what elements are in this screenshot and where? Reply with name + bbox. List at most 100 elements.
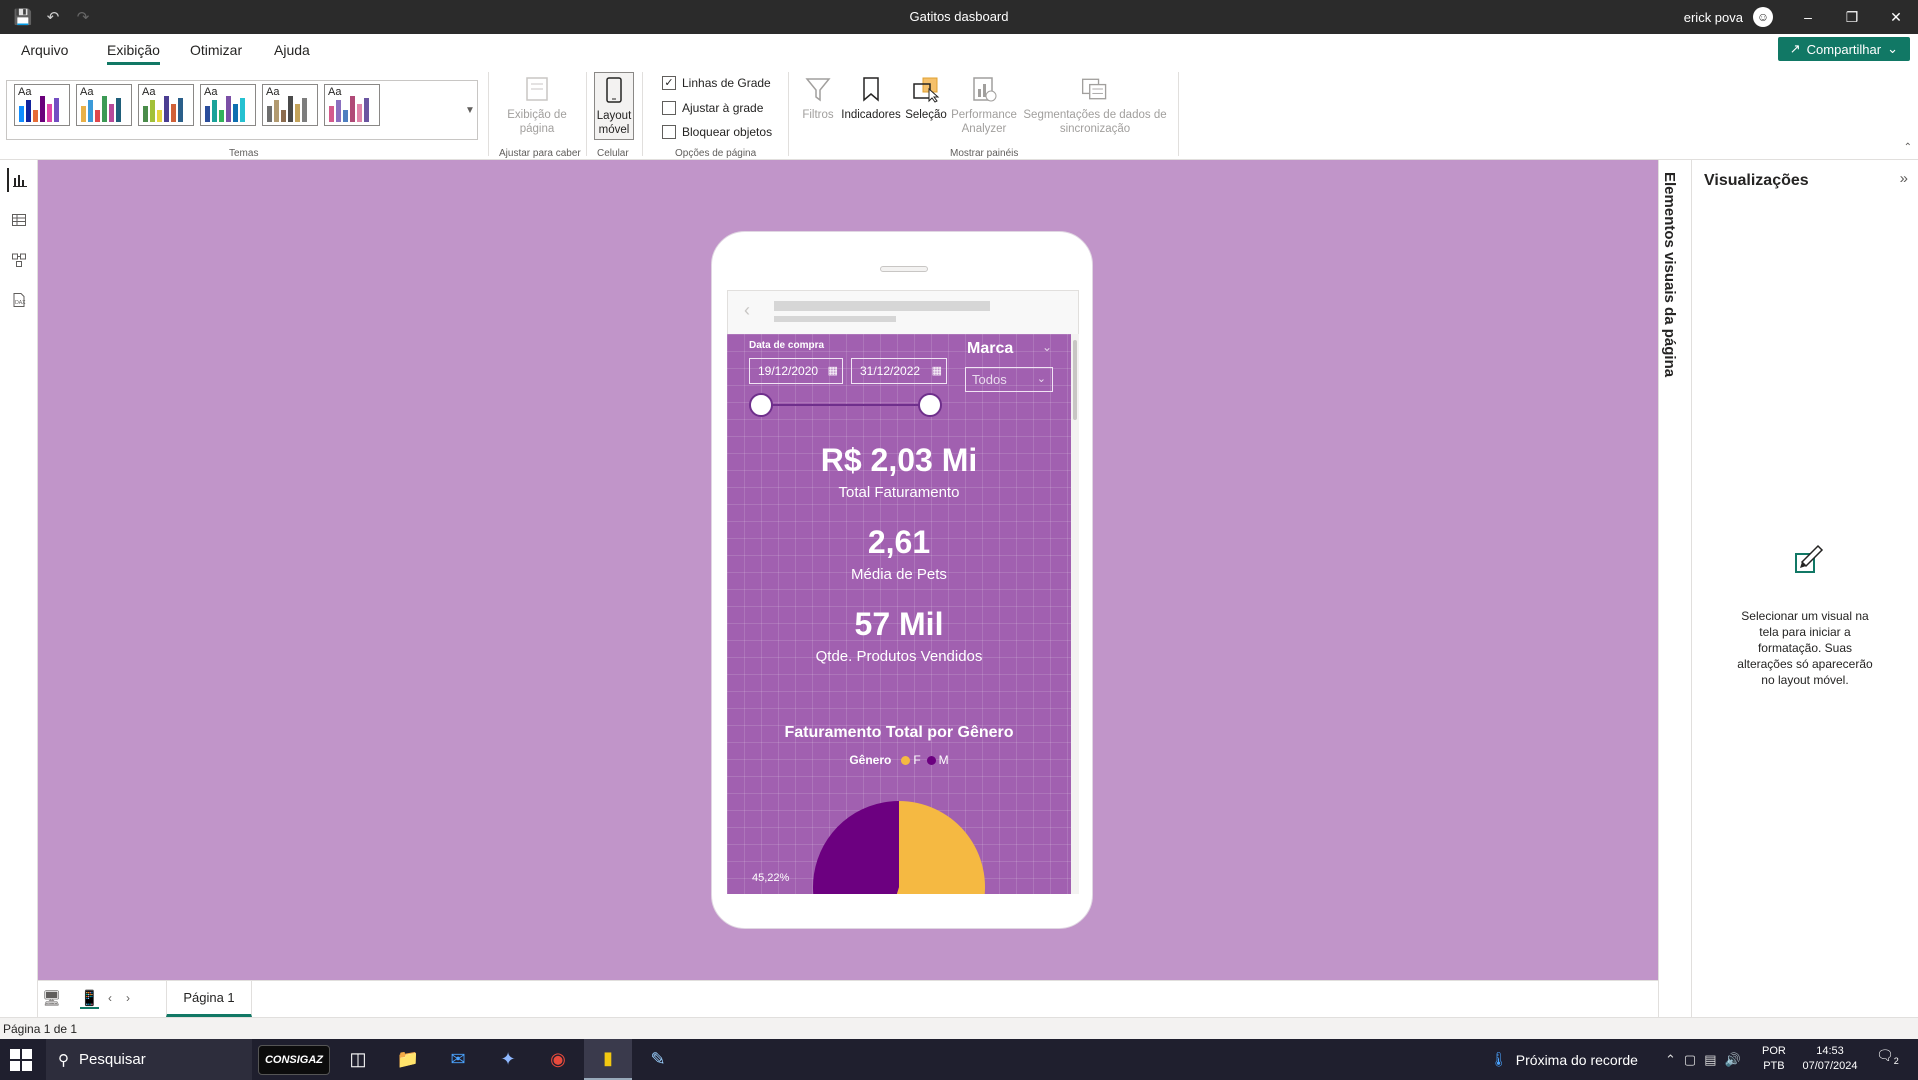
thermometer-icon: 🌡 xyxy=(1490,1051,1508,1067)
report-canvas: ‹ Data de compra 19/12/2020 ▦ 31/12/2022… xyxy=(38,160,1658,980)
theme-color-bar xyxy=(364,98,369,122)
selection-button[interactable]: Seleção xyxy=(904,74,948,122)
phone-speaker xyxy=(880,266,928,272)
system-tray: ⌃ ▢ ▤ 🔊 xyxy=(1665,1039,1741,1080)
themes-group-label: Temas xyxy=(229,148,259,159)
gridlines-checkbox[interactable]: ✓ Linhas de Grade xyxy=(662,76,771,90)
chevron-up-icon[interactable]: ⌃ xyxy=(1665,1052,1676,1068)
pie-slice-m[interactable] xyxy=(813,801,899,894)
share-icon: ↗ xyxy=(1789,41,1801,56)
desktop-layout-icon[interactable]: 🖥 xyxy=(42,989,61,1007)
notifications-icon[interactable]: 🗨2 xyxy=(1876,1047,1899,1066)
user-account[interactable]: erick pova ☺ xyxy=(1684,0,1773,34)
minimize-button[interactable]: – xyxy=(1786,0,1830,34)
snap-to-grid-checkbox[interactable]: Ajustar à grade xyxy=(662,101,763,115)
selection-icon xyxy=(911,74,941,104)
page-options-group-label: Opções de página xyxy=(675,148,757,159)
close-button[interactable]: ✕ xyxy=(1874,0,1918,34)
dax-query-view-icon[interactable]: DAX xyxy=(7,288,31,312)
filter-icon xyxy=(803,74,833,104)
visualizations-title: Visualizações xyxy=(1704,172,1809,189)
windows-start-icon[interactable] xyxy=(10,1049,32,1071)
theme-color-bar xyxy=(295,104,300,122)
report-view-icon[interactable] xyxy=(7,168,31,192)
sync-slicers-button[interactable]: Segmentações de dados de sincronização xyxy=(1020,74,1170,136)
theme-swatch[interactable]: Aa xyxy=(76,84,132,126)
theme-swatch[interactable]: Aa xyxy=(14,84,70,126)
phone-frame: ‹ Data de compra 19/12/2020 ▦ 31/12/2022… xyxy=(711,231,1093,929)
theme-color-bar xyxy=(233,104,238,122)
theme-color-bar xyxy=(109,104,114,122)
user-name: erick pova xyxy=(1683,9,1743,25)
table-view-icon[interactable] xyxy=(7,208,31,232)
volume-icon[interactable]: 🔊 xyxy=(1725,1052,1741,1068)
meet-now-icon[interactable]: ▢ xyxy=(1684,1052,1696,1068)
view-switcher: DAX xyxy=(0,160,38,1017)
svg-text:DAX: DAX xyxy=(15,300,26,306)
share-button[interactable]: ↗ Compartilhar ⌄ xyxy=(1777,37,1910,61)
theme-swatch[interactable]: Aa xyxy=(262,84,318,126)
tab-arquivo[interactable]: Arquivo xyxy=(21,42,68,62)
theme-color-bar xyxy=(47,104,52,122)
theme-color-bar xyxy=(288,96,293,122)
account-circle-icon: ☺ xyxy=(1753,7,1773,27)
performance-analyzer-button[interactable]: Performance Analyzer xyxy=(950,74,1018,136)
mail-icon[interactable]: ✉ xyxy=(434,1039,482,1080)
theme-swatch[interactable]: Aa xyxy=(200,84,256,126)
phone-group-label: Celular xyxy=(597,148,629,159)
next-page-icon[interactable]: › xyxy=(126,991,130,1005)
back-arrow-icon: ‹ xyxy=(744,300,750,320)
power-bi-icon[interactable]: ▮ xyxy=(584,1039,632,1080)
consigaz-app-icon[interactable]: CONSIGAZ xyxy=(258,1045,330,1075)
mobile-report-page[interactable]: Data de compra 19/12/2020 ▦ 31/12/2022 ▦… xyxy=(727,334,1071,894)
scrollbar-thumb[interactable] xyxy=(1073,340,1077,420)
network-icon[interactable]: ▤ xyxy=(1704,1052,1716,1068)
mobile-layout-button[interactable]: Layout móvel xyxy=(594,72,634,140)
page-tab-1[interactable]: Página 1 xyxy=(166,981,252,1017)
tab-otimizar[interactable]: Otimizar xyxy=(190,42,242,62)
theme-swatch[interactable]: Aa xyxy=(138,84,194,126)
file-explorer-icon[interactable]: 📁 xyxy=(384,1039,432,1080)
restore-button[interactable]: ❐ xyxy=(1830,0,1874,34)
page-visuals-pane-strip[interactable]: Elementos visuais da página xyxy=(1658,160,1692,1017)
theme-color-bar xyxy=(164,96,169,122)
ribbon: Aa Aa Aa Aa Aa Aa ▼ Temas Exibição de página … xyxy=(0,66,1918,160)
theme-color-bar xyxy=(212,100,217,122)
collapse-pane-icon[interactable]: » xyxy=(1900,170,1908,187)
notepad-icon[interactable]: ✎ xyxy=(634,1039,682,1080)
tab-ajuda[interactable]: Ajuda xyxy=(274,42,310,62)
visualizations-pane: Visualizações » Selecionar um visual na … xyxy=(1692,160,1918,1017)
scrollbar[interactable] xyxy=(1071,334,1079,894)
theme-color-bar xyxy=(343,110,348,122)
theme-color-bar xyxy=(157,110,162,122)
model-view-icon[interactable] xyxy=(7,248,31,272)
chrome-icon[interactable]: ◉ xyxy=(534,1039,582,1080)
taskbar-search[interactable]: ⚲ Pesquisar xyxy=(46,1039,252,1080)
theme-color-bar xyxy=(219,110,224,122)
theme-color-bar xyxy=(226,96,231,122)
fit-group-label: Ajustar para caber xyxy=(499,148,581,159)
page-tabs-bar: 🖥 📱 ‹ › Página 1 xyxy=(38,980,1658,1017)
theme-swatch[interactable]: Aa xyxy=(324,84,380,126)
theme-color-bar xyxy=(302,98,307,122)
task-view-icon[interactable]: ◫ xyxy=(334,1039,382,1080)
collapse-ribbon-icon[interactable]: ⌃ xyxy=(1904,142,1912,153)
filters-button[interactable]: Filtros xyxy=(798,74,838,122)
mobile-layout-icon[interactable]: 📱 xyxy=(80,989,99,1009)
pie-data-label-m: 45,22% xyxy=(752,872,790,884)
copilot-icon[interactable]: ✦ xyxy=(484,1039,532,1080)
theme-color-bar xyxy=(102,96,107,122)
gallery-expand-icon[interactable]: ▼ xyxy=(462,80,478,140)
previous-page-icon[interactable]: ‹ xyxy=(108,991,112,1005)
pie-chart[interactable] xyxy=(727,334,1071,894)
bookmarks-button[interactable]: Indicadores xyxy=(840,74,902,122)
theme-color-bar xyxy=(143,106,148,122)
theme-color-bar xyxy=(150,100,155,122)
tab-exibicao[interactable]: Exibição xyxy=(107,42,160,65)
weather-widget[interactable]: 🌡 Próxima do recorde xyxy=(1490,1039,1638,1080)
theme-color-bar xyxy=(274,100,279,122)
theme-color-bar xyxy=(116,98,121,122)
input-language[interactable]: POR PTB xyxy=(1762,1044,1786,1074)
lock-objects-checkbox[interactable]: Bloquear objetos xyxy=(662,125,772,139)
taskbar-clock[interactable]: 14:53 07/07/2024 xyxy=(1800,1044,1860,1074)
